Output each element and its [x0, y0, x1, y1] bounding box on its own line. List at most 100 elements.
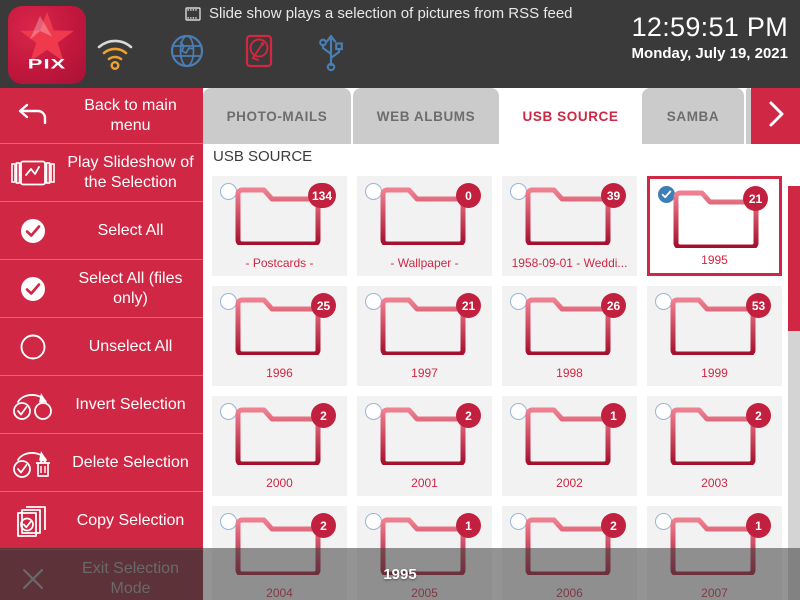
- sidebar-item-play-slideshow[interactable]: Play Slideshow of the Selection: [0, 144, 203, 202]
- next-tabs-button[interactable]: [751, 88, 800, 144]
- folder-tile[interactable]: 1 2002: [502, 396, 637, 496]
- sidebar-item-unselect-all[interactable]: Unselect All: [0, 318, 203, 376]
- pix-logo: PIX: [8, 6, 86, 84]
- wifi-icon[interactable]: [95, 30, 135, 72]
- sidebar-item-label: Play Slideshow of the Selection: [67, 153, 194, 191]
- film-strip-icon: [185, 7, 201, 21]
- tab-bar: PHOTO-MAILS WEB ALBUMS USB SOURCE SAMBA: [203, 88, 800, 144]
- sidebar-item-label: Select All (files only): [78, 269, 183, 307]
- folder-name: 1998: [556, 366, 583, 380]
- folder-count-badge: 2: [311, 403, 336, 428]
- usb-icon[interactable]: [311, 30, 351, 72]
- folder-tile[interactable]: 134 - Postcards -: [212, 176, 347, 276]
- sidebar-item-invert-selection[interactable]: Invert Selection: [0, 376, 203, 434]
- sidebar-item-label: Delete Selection: [72, 453, 189, 471]
- folder-grid-row: 2 2000 2 2001 1 2002 2 2003: [212, 396, 782, 496]
- clock: 12:59:51 PM Monday, July 19, 2021: [632, 12, 788, 64]
- folder-name: 1995: [701, 253, 728, 267]
- sidebar-item-label: Back to main menu: [84, 96, 177, 134]
- folder-name: - Wallpaper -: [390, 256, 459, 270]
- application-window: PIX Slide show plays a selection of pict…: [0, 0, 800, 600]
- logo-wordmark: PIX: [27, 55, 67, 72]
- sidebar-item-label: Copy Selection: [76, 511, 185, 529]
- main-content: PHOTO-MAILS WEB ALBUMS USB SOURCE SAMBA: [203, 88, 800, 600]
- tab-web-albums[interactable]: WEB ALBUMS: [353, 88, 499, 144]
- tab-label: SAMBA: [666, 108, 720, 124]
- trash-selection-icon: [0, 447, 66, 479]
- folder-name: 2002: [556, 476, 583, 490]
- folder-grid: 134 - Postcards - 0 - Wallpaper - 39 195…: [212, 176, 782, 600]
- folder-name: - Postcards -: [245, 256, 314, 270]
- folder-grid-row: 25 1996 21 1997 26 1998 53 1999: [212, 286, 782, 386]
- folder-tile[interactable]: 0 - Wallpaper -: [357, 176, 492, 276]
- folder-name: 2003: [701, 476, 728, 490]
- folder-count-badge: 53: [746, 293, 771, 318]
- folder-name: 2006: [556, 586, 583, 600]
- chevron-right-icon: [764, 98, 788, 135]
- folder-name: 1958-09-01 - Weddi...: [511, 256, 628, 270]
- folder-count-badge: 1: [601, 403, 626, 428]
- folder-count-badge: 21: [456, 293, 481, 318]
- sidebar-item-label: Invert Selection: [75, 395, 186, 413]
- folder-name: 1997: [411, 366, 438, 380]
- folder-tile[interactable]: 25 1996: [212, 286, 347, 386]
- folder-tile[interactable]: 2 2006: [502, 506, 637, 600]
- sidebar-item-delete-selection[interactable]: Delete Selection: [0, 434, 203, 492]
- folder-tile[interactable]: 2 2003: [647, 396, 782, 496]
- sidebar-item-select-all-files-only[interactable]: Select All (files only): [0, 260, 203, 318]
- folder-count-badge: 0: [456, 183, 481, 208]
- folder-count-badge: 1: [746, 513, 771, 538]
- folder-name: 2001: [411, 476, 438, 490]
- folder-tile[interactable]: 1 2005: [357, 506, 492, 600]
- folder-tile[interactable]: 26 1998: [502, 286, 637, 386]
- folder-tile[interactable]: 1 2007: [647, 506, 782, 600]
- folder-count-badge: 1: [456, 513, 481, 538]
- globe-icon[interactable]: [167, 30, 207, 72]
- folder-tile[interactable]: 53 1999: [647, 286, 782, 386]
- filmstrip-play-icon: [0, 160, 66, 186]
- status-icon-row: [95, 30, 351, 72]
- sidebar-item-copy-selection[interactable]: Copy Selection: [0, 492, 203, 550]
- check-circle-filled-icon: [0, 275, 66, 303]
- folder-count-badge: 134: [307, 183, 336, 208]
- copy-selection-icon: [0, 504, 66, 538]
- clock-time: 12:59:51 PM: [631, 12, 788, 42]
- sidebar-item-back-to-main-menu[interactable]: Back to main menu: [0, 88, 203, 144]
- folder-name: 1999: [701, 366, 728, 380]
- folder-tile[interactable]: 39 1958-09-01 - Weddi...: [502, 176, 637, 276]
- folder-count-badge: 2: [601, 513, 626, 538]
- folder-tile[interactable]: 2 2000: [212, 396, 347, 496]
- empty-circle-icon: [0, 333, 66, 361]
- folder-count-badge: 2: [746, 403, 771, 428]
- sidebar-item-label: Select All: [97, 221, 164, 239]
- folder-tile[interactable]: 21 1997: [357, 286, 492, 386]
- sidebar-item-select-all[interactable]: Select All: [0, 202, 203, 260]
- folder-name: 1996: [266, 366, 293, 380]
- tab-label: PHOTO-MAILS: [226, 108, 328, 124]
- breadcrumb: USB SOURCE: [213, 148, 313, 165]
- tab-usb-source[interactable]: USB SOURCE: [499, 88, 642, 144]
- folder-count-badge: 2: [456, 403, 481, 428]
- tab-samba[interactable]: SAMBA: [642, 88, 744, 144]
- sidebar: Back to main menu Play Slideshow of the …: [0, 88, 203, 600]
- folder-tile-selected[interactable]: 21 1995: [647, 176, 782, 276]
- folder-count-badge: 21: [743, 186, 768, 211]
- folder-tile[interactable]: 2 2001: [357, 396, 492, 496]
- tab-photo-mails[interactable]: PHOTO-MAILS: [203, 88, 351, 144]
- folder-grid-row: 2 2004 1 2005 2 2006 1 2007: [212, 506, 782, 600]
- folder-grid-row: 134 - Postcards - 0 - Wallpaper - 39 195…: [212, 176, 782, 276]
- hard-disk-icon[interactable]: [239, 30, 279, 72]
- folder-name: 2005: [411, 586, 438, 600]
- folder-tile[interactable]: 2 2004: [212, 506, 347, 600]
- clock-date: Monday, July 19, 2021: [631, 45, 788, 62]
- folder-count-badge: 25: [311, 293, 336, 318]
- folder-count-badge: 26: [601, 293, 626, 318]
- folder-count-badge: 39: [601, 183, 626, 208]
- slideshow-title: Slide show plays a selection of pictures…: [185, 3, 635, 25]
- folder-count-badge: 2: [311, 513, 336, 538]
- vertical-scrollbar[interactable]: [788, 186, 800, 600]
- invert-selection-icon: [0, 389, 66, 421]
- folder-name: 2000: [266, 476, 293, 490]
- scrollbar-thumb[interactable]: [788, 186, 800, 331]
- folder-name: 2007: [701, 586, 728, 600]
